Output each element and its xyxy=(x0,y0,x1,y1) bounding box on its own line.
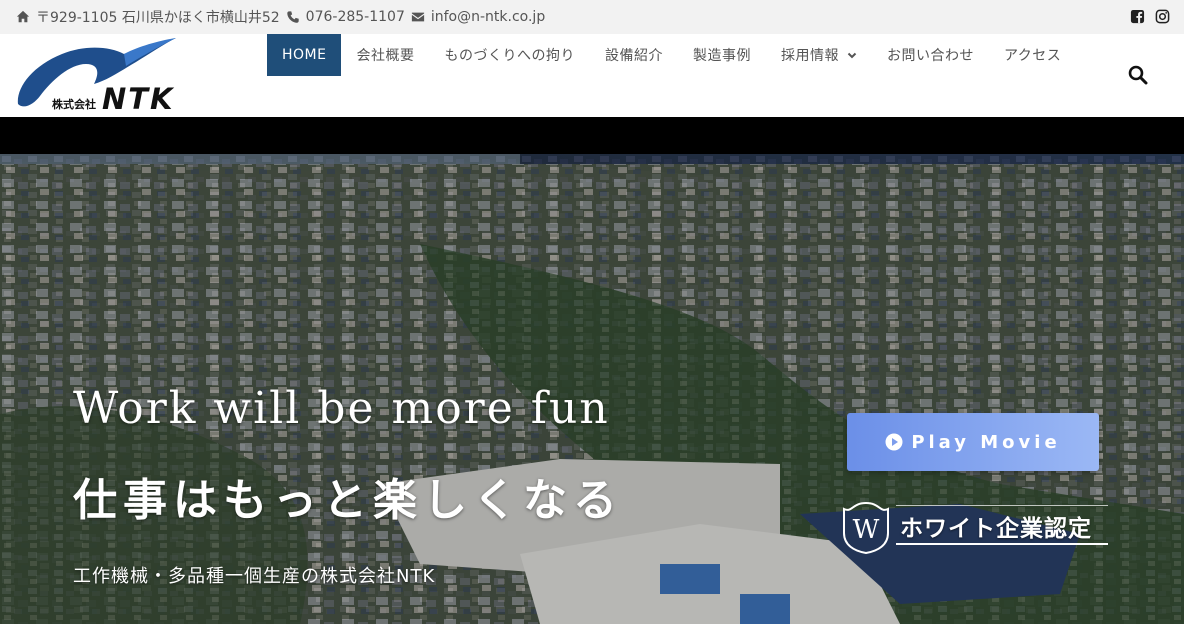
nav-home-label: HOME xyxy=(282,47,327,63)
main-nav: HOME 会社概要 ものづくりへの拘り 設備紹介 製造事例 採用情報 お問い合わ… xyxy=(267,34,1076,76)
play-movie-label: Play Movie xyxy=(911,431,1061,453)
hero-title-english: Work will be more fun xyxy=(73,383,610,434)
nav-craftsmanship-label: ものづくりへの拘り xyxy=(444,48,575,64)
white-company-badge: W ホワイト企業認定 xyxy=(838,499,1110,555)
nav-contact-label: お問い合わせ xyxy=(886,48,974,64)
email-info[interactable]: info@n-ntk.co.jp xyxy=(411,9,545,25)
social-links xyxy=(1130,9,1170,24)
logo-prefix: 株式会社 xyxy=(52,97,96,111)
badge-letter: W xyxy=(853,515,880,545)
chevron-down-icon xyxy=(847,52,857,59)
hero-section: Work will be more fun 仕事はもっと楽しくなる 工作機械・多… xyxy=(0,154,1184,624)
white-company-emblem-icon: W xyxy=(843,501,889,555)
top-info-bar: 〒929-1105 石川県かほく市横山井52 076-285-1107 info… xyxy=(0,0,1184,34)
ntk-logo-graphic: 株式会社 NTK xyxy=(17,38,176,116)
nav-recruit-label: 採用情報 xyxy=(780,48,839,64)
badge-label: ホワイト企業認定 xyxy=(900,516,1092,542)
nav-access-label: アクセス xyxy=(1003,48,1062,64)
site-header: 株式会社 NTK HOME 会社概要 ものづくりへの拘り 設備紹介 製造事例 採… xyxy=(0,34,1184,117)
nav-access[interactable]: アクセス xyxy=(989,34,1076,76)
phone-info[interactable]: 076-285-1107 xyxy=(286,9,405,25)
company-logo[interactable]: 株式会社 NTK xyxy=(14,36,224,116)
play-movie-button[interactable]: Play Movie xyxy=(847,413,1099,471)
facebook-icon[interactable] xyxy=(1130,9,1145,24)
phone-text[interactable]: 076-285-1107 xyxy=(306,9,405,25)
badge-underline xyxy=(896,543,1108,545)
nav-home[interactable]: HOME xyxy=(267,34,342,76)
hero-subtitle: 工作機械・多品種一個生産の株式会社NTK xyxy=(73,566,436,587)
search-icon[interactable] xyxy=(1127,64,1149,86)
nav-company[interactable]: 会社概要 xyxy=(341,34,429,76)
play-circle-icon xyxy=(885,433,903,451)
nav-equipment-label: 設備紹介 xyxy=(604,48,663,64)
phone-icon xyxy=(286,11,299,23)
home-icon xyxy=(16,10,30,23)
nav-equipment[interactable]: 設備紹介 xyxy=(590,34,678,76)
video-letterbox-bar xyxy=(0,117,1184,154)
instagram-icon[interactable] xyxy=(1155,9,1170,24)
hero-title-japanese: 仕事はもっと楽しくなる xyxy=(73,475,623,526)
nav-company-label: 会社概要 xyxy=(356,48,415,64)
nav-recruit[interactable]: 採用情報 xyxy=(766,34,872,76)
nav-craftsmanship[interactable]: ものづくりへの拘り xyxy=(429,34,590,76)
address-info: 〒929-1105 石川県かほく市横山井52 xyxy=(16,7,280,27)
nav-cases[interactable]: 製造事例 xyxy=(678,34,766,76)
nav-cases-label: 製造事例 xyxy=(692,48,751,64)
badge-top-rule xyxy=(896,505,1108,506)
envelope-icon xyxy=(411,12,424,22)
nav-contact[interactable]: お問い合わせ xyxy=(872,34,989,76)
logo-name: NTK xyxy=(102,82,175,114)
email-text[interactable]: info@n-ntk.co.jp xyxy=(431,9,545,25)
address-text: 〒929-1105 石川県かほく市横山井52 xyxy=(36,10,280,26)
